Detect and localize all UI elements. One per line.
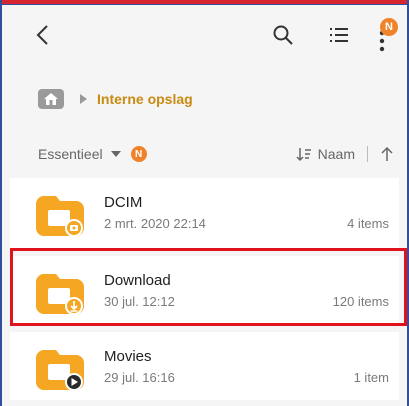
- more-options-button[interactable]: N: [368, 16, 398, 52]
- folder-name: Download: [104, 272, 171, 289]
- sort-label[interactable]: Naam: [318, 146, 355, 162]
- search-icon: [273, 25, 293, 45]
- list-view-icon: [330, 28, 348, 42]
- folder-date: 29 jul. 16:16: [104, 370, 175, 385]
- folder-date: 30 jul. 12:12: [104, 294, 175, 309]
- search-button[interactable]: [268, 20, 298, 50]
- folder-name: Movies: [104, 348, 152, 365]
- caret-down-icon: [110, 151, 121, 157]
- top-edge-bar: [0, 0, 409, 5]
- chevron-left-icon: [36, 25, 48, 45]
- list-item[interactable]: Movies 29 jul. 16:16 1 item: [10, 332, 399, 400]
- notification-badge: N: [380, 18, 398, 36]
- divider: [367, 146, 368, 162]
- home-icon[interactable]: [38, 89, 64, 109]
- back-button[interactable]: [28, 20, 58, 50]
- filter-dropdown[interactable]: Essentieel N: [38, 146, 147, 162]
- breadcrumb-separator-icon: [80, 94, 87, 104]
- list-item[interactable]: Download 30 jul. 12:12 120 items: [10, 256, 399, 324]
- list-item[interactable]: DCIM 2 mrt. 2020 22:14 4 items: [10, 178, 399, 248]
- folder-icon: [36, 274, 84, 314]
- folder-count: 4 items: [347, 216, 389, 231]
- arrow-up-icon[interactable]: [380, 146, 394, 162]
- toolbar: N: [0, 6, 409, 64]
- breadcrumb: Interne opslag: [38, 86, 378, 112]
- sort-order-icon[interactable]: [296, 146, 312, 162]
- folder-list: DCIM 2 mrt. 2020 22:14 4 items Download …: [10, 178, 399, 400]
- breadcrumb-current[interactable]: Interne opslag: [97, 91, 193, 107]
- sort-bar: Essentieel N Naam: [38, 146, 394, 168]
- folder-count: 1 item: [353, 370, 389, 385]
- filter-label: Essentieel: [38, 146, 103, 162]
- folder-name: DCIM: [104, 194, 143, 211]
- sort-controls: Naam: [296, 146, 394, 162]
- list-view-button[interactable]: [324, 20, 354, 50]
- folder-count: 120 items: [332, 294, 389, 309]
- folder-date: 2 mrt. 2020 22:14: [104, 216, 206, 231]
- folder-icon: [36, 350, 84, 390]
- folder-icon: [36, 196, 84, 236]
- filter-badge: N: [130, 146, 147, 162]
